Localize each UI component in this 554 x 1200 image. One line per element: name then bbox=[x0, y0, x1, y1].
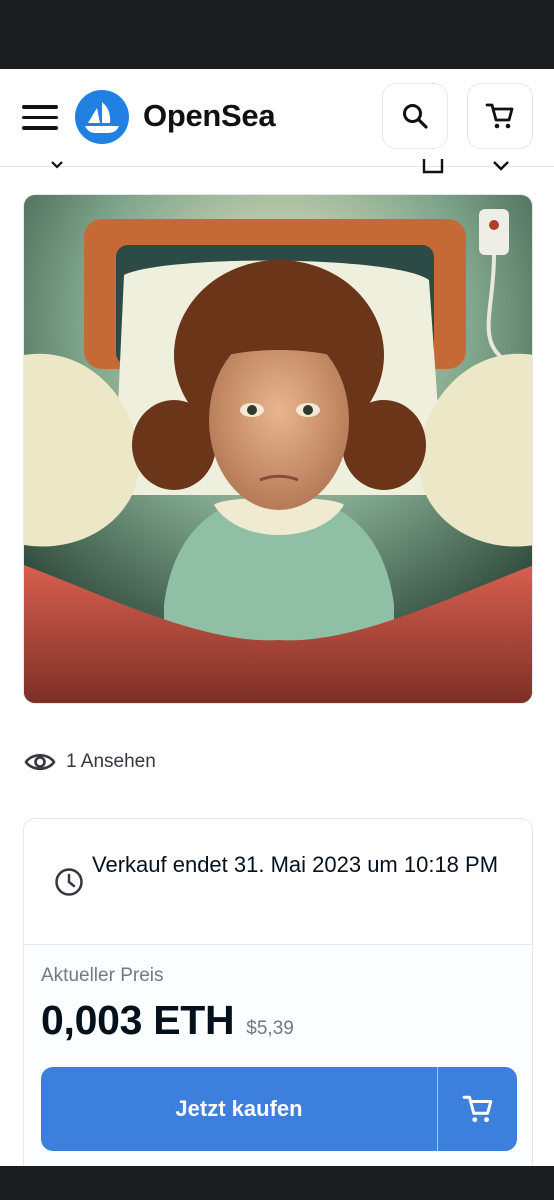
clock-icon bbox=[55, 868, 83, 896]
price-row: 0,003 ETH $5,39 bbox=[41, 997, 294, 1044]
buy-button-group: Jetzt kaufen bbox=[41, 1067, 517, 1151]
status-bar bbox=[0, 0, 554, 69]
sale-end-text: Verkauf endet 31. Mai 2023 um 10:18 PM bbox=[92, 852, 499, 877]
cart-button[interactable] bbox=[467, 83, 533, 149]
navigation-bar bbox=[0, 1166, 554, 1200]
price-eth: 0,003 ETH bbox=[41, 997, 235, 1043]
cart-icon bbox=[485, 103, 514, 129]
view-count-text: 1 Ansehen bbox=[66, 751, 156, 772]
hamburger-menu-icon[interactable] bbox=[22, 105, 58, 131]
nft-image[interactable] bbox=[23, 194, 533, 704]
search-icon bbox=[403, 104, 428, 129]
partially-hidden-toolbar bbox=[0, 157, 554, 177]
eye-icon bbox=[24, 753, 56, 771]
current-price-label: Aktueller Preis bbox=[41, 965, 164, 986]
search-button[interactable] bbox=[382, 83, 448, 149]
more-icon[interactable] bbox=[492, 159, 510, 171]
listing-panel: Verkauf endet 31. Mai 2023 um 10:18 PM A… bbox=[23, 818, 533, 1178]
opensea-logo[interactable] bbox=[75, 90, 129, 144]
add-to-cart-button[interactable] bbox=[438, 1067, 517, 1151]
chevron-icon bbox=[51, 161, 63, 169]
app-header: OpenSea bbox=[0, 69, 554, 167]
view-count: 1 Ansehen bbox=[24, 746, 156, 778]
share-icon[interactable] bbox=[422, 157, 444, 175]
buy-now-button[interactable]: Jetzt kaufen bbox=[41, 1067, 437, 1151]
cart-icon bbox=[462, 1095, 492, 1123]
brand-name[interactable]: OpenSea bbox=[143, 98, 276, 134]
sale-end-row: Verkauf endet 31. Mai 2023 um 10:18 PM bbox=[24, 819, 532, 945]
price-usd: $5,39 bbox=[246, 1018, 294, 1039]
price-section: Aktueller Preis 0,003 ETH $5,39 Jetzt ka… bbox=[24, 945, 532, 1177]
